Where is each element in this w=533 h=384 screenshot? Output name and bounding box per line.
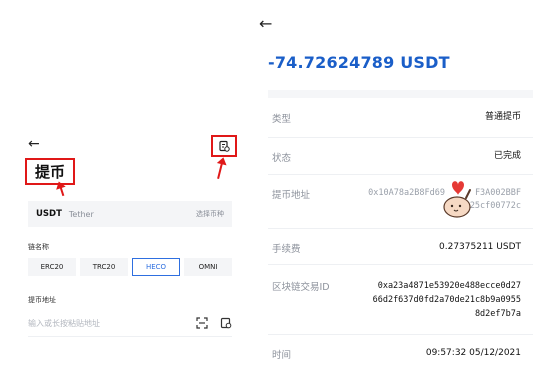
page-title-highlight: 提币 xyxy=(25,158,75,185)
address-book-icon[interactable] xyxy=(220,317,232,329)
withdraw-detail-panel: ← -74.72624789 USDT 类型 普通提币 状态 已完成 提币地址 … xyxy=(253,0,533,384)
detail-row-txid: 区块链交易ID 0xa23a4871e53920e488ecce0d27 66d… xyxy=(268,265,533,335)
coin-name: Tether xyxy=(68,209,94,219)
choose-coin-link[interactable]: 选择币种 xyxy=(196,209,224,219)
coin-symbol: USDT xyxy=(36,209,62,219)
withdraw-address-field[interactable]: 输入或长按粘贴地址 xyxy=(28,313,232,333)
detail-row-type: 类型 普通提币 xyxy=(268,98,533,138)
txid-line3: 8d2ef7b7a xyxy=(474,309,521,319)
chain-option-omni[interactable]: OMNI xyxy=(184,258,232,276)
history-button[interactable] xyxy=(211,135,237,157)
type-label: 类型 xyxy=(272,114,292,125)
scan-icon[interactable] xyxy=(196,317,208,329)
txid-line2: 66d2f637d0fd2a70de21c8b9a0955 xyxy=(372,295,521,305)
withdraw-address-label: 提币地址 xyxy=(28,296,56,304)
annotation-arrow-title xyxy=(59,186,65,197)
back-arrow-icon[interactable]: ← xyxy=(259,14,272,33)
annotation-arrow-history xyxy=(217,162,223,180)
back-arrow-icon[interactable]: ← xyxy=(28,136,40,152)
fee-label: 手续费 xyxy=(272,244,301,255)
time-value: 09:57:32 05/12/2021 xyxy=(425,348,521,358)
fee-value: 0.27375211 USDT xyxy=(439,242,521,252)
type-value: 普通提币 xyxy=(484,112,521,122)
status-value: 已完成 xyxy=(493,151,521,161)
chain-option-erc20[interactable]: ERC20 xyxy=(28,258,76,276)
txid-line1: 0xa23a4871e53920e488ecce0d27 xyxy=(377,281,521,291)
finger-heart-sticker-icon xyxy=(443,181,471,218)
page-title: 提币 xyxy=(34,163,65,181)
time-label: 时间 xyxy=(272,350,292,361)
coin-selector[interactable]: USDT Tether 选择币种 xyxy=(28,201,232,227)
chain-name-label: 链名称 xyxy=(28,243,49,251)
detail-row-fee: 手续费 0.27375211 USDT xyxy=(268,229,533,265)
withdraw-address-placeholder: 输入或长按粘贴地址 xyxy=(28,318,100,328)
detail-row-time: 时间 09:57:32 05/12/2021 xyxy=(268,335,533,371)
chain-option-heco[interactable]: HECO xyxy=(132,258,180,276)
history-record-icon xyxy=(219,140,230,152)
section-divider xyxy=(268,90,533,98)
chain-selector: ERC20 TRC20 HECO OMNI xyxy=(28,258,232,276)
address-label: 提币地址 xyxy=(272,190,311,201)
chain-option-trc20[interactable]: TRC20 xyxy=(80,258,128,276)
detail-row-address: 提币地址 0x10A78a2B8Fd69 F3A002BBF 25cf00772c xyxy=(268,175,533,229)
status-label: 状态 xyxy=(272,153,292,164)
address-underline xyxy=(28,336,232,337)
txid-label: 区块链交易ID xyxy=(272,282,330,293)
address-line1-end: F3A002BBF xyxy=(474,188,521,198)
withdraw-amount: -74.72624789 USDT xyxy=(268,53,450,72)
address-line1-start: 0x10A78a2B8Fd69 xyxy=(368,188,445,198)
detail-row-status: 状态 已完成 xyxy=(268,138,533,175)
withdraw-form-panel: ← 提币 USDT Tether 选择币种 链名称 ERC20 TRC20 HE… xyxy=(0,0,245,384)
txid-value: 0xa23a4871e53920e488ecce0d27 66d2f637d0f… xyxy=(373,279,521,321)
